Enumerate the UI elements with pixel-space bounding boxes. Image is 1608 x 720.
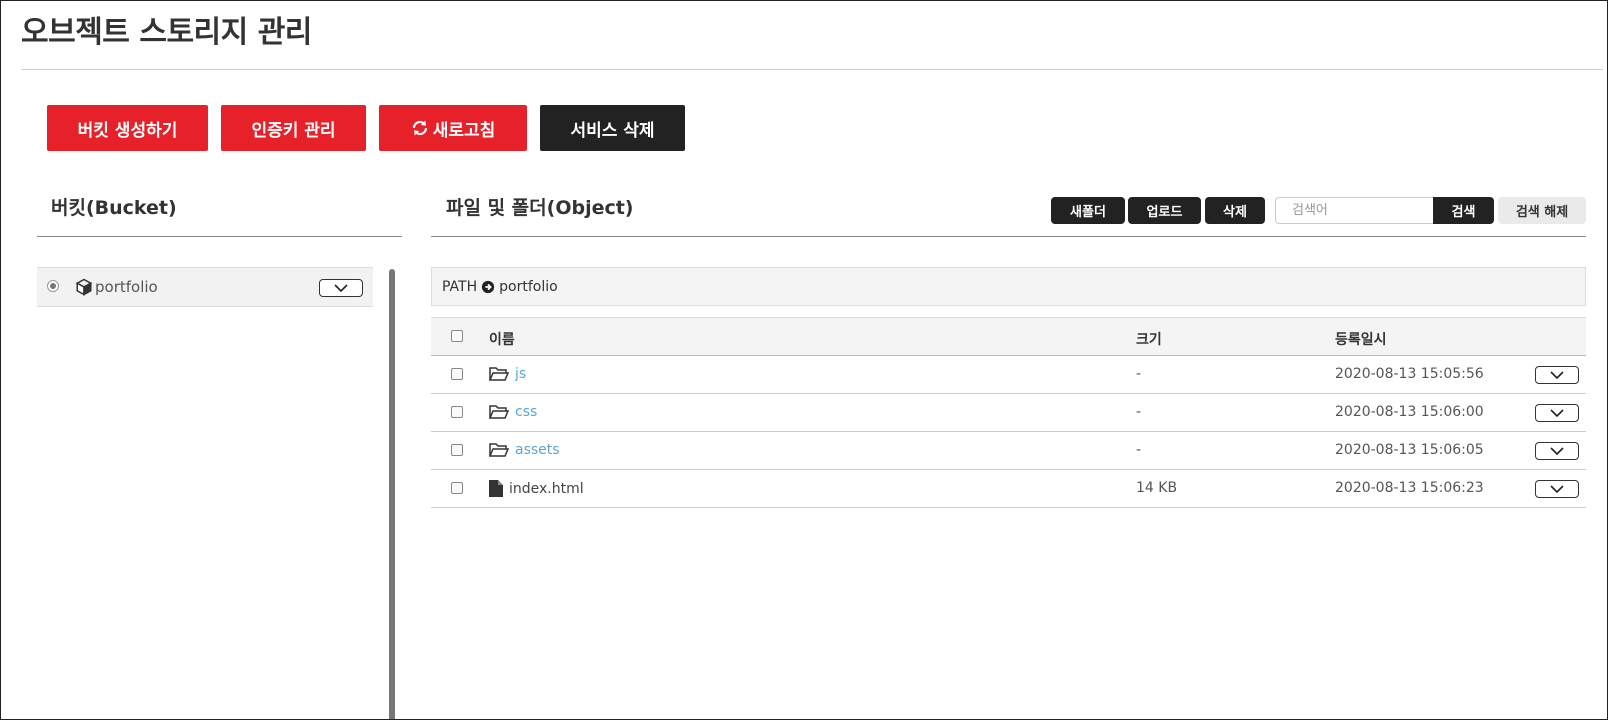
row-checkbox[interactable] [451,406,463,418]
path-value[interactable]: portfolio [499,279,558,295]
object-panel-title: 파일 및 폴더(Object) [446,197,634,219]
create-bucket-button[interactable]: 버킷 생성하기 [47,105,208,151]
bucket-panel-title: 버킷(Bucket) [51,197,177,219]
row-size: 14 KB [1136,480,1178,496]
column-header-size: 크기 [1136,332,1162,348]
table-header: 이름 크기 등록일시 [431,317,1586,356]
bucket-radio[interactable] [47,280,59,292]
refresh-label: 새로고침 [432,120,496,141]
search-button[interactable]: 검색 [1433,197,1494,224]
auth-key-label: 인증키 관리 [251,120,336,141]
refresh-button[interactable]: 새로고침 [379,105,527,151]
row-dropdown-button[interactable] [1535,404,1579,422]
app-frame: 오브젝트 스토리지 관리 버킷 생성하기 인증키 관리 새로고침 서비스 삭제 … [0,0,1608,720]
row-name-link[interactable]: js [515,366,526,382]
folder-open-icon [489,443,509,457]
row-name-text[interactable]: index.html [509,481,584,497]
row-date: 2020-08-13 15:06:05 [1335,442,1484,458]
cube-icon [75,278,93,296]
bucket-dropdown-button[interactable] [319,279,363,297]
folder-open-icon [489,367,509,381]
arrow-circle-right-icon [482,280,495,293]
table-row: assets - 2020-08-13 15:06:05 [431,432,1586,470]
search-input[interactable] [1275,197,1433,224]
chevron-down-icon [1550,409,1564,417]
row-dropdown-button[interactable] [1535,480,1579,498]
row-size: - [1136,366,1142,382]
delete-service-label: 서비스 삭제 [570,120,655,141]
row-date: 2020-08-13 15:06:23 [1335,480,1484,496]
chevron-down-icon [1550,371,1564,379]
column-header-date: 등록일시 [1335,332,1387,348]
bucket-panel-divider [37,236,402,237]
delete-service-button[interactable]: 서비스 삭제 [540,105,685,151]
folder-open-icon [489,405,509,419]
chevron-down-icon [334,284,348,292]
bucket-panel-scrollbar[interactable] [389,269,395,719]
table-row: css - 2020-08-13 15:06:00 [431,394,1586,432]
new-folder-button[interactable]: 새폴더 [1051,197,1125,224]
page-title: 오브젝트 스토리지 관리 [21,15,312,50]
row-size: - [1136,404,1142,420]
row-name-cell: assets [489,442,560,458]
row-checkbox[interactable] [451,444,463,456]
file-icon [489,480,503,497]
title-divider [21,69,1603,70]
row-name-cell: index.html [489,480,584,497]
upload-button[interactable]: 업로드 [1128,197,1201,224]
create-bucket-label: 버킷 생성하기 [77,120,178,141]
row-checkbox[interactable] [451,368,463,380]
row-name-link[interactable]: assets [515,442,560,458]
reset-search-button[interactable]: 검색 해제 [1498,197,1586,224]
auth-key-button[interactable]: 인증키 관리 [221,105,366,151]
row-size: - [1136,442,1142,458]
row-name-cell: js [489,366,526,382]
chevron-down-icon [1550,485,1564,493]
delete-button[interactable]: 삭제 [1205,197,1265,224]
refresh-icon [412,120,427,136]
table-row: js - 2020-08-13 15:05:56 [431,356,1586,394]
row-dropdown-button[interactable] [1535,442,1579,460]
row-name-link[interactable]: css [515,404,537,420]
row-date: 2020-08-13 15:05:56 [1335,366,1484,382]
table-row: index.html 14 KB 2020-08-13 15:06:23 [431,470,1586,508]
object-table: 이름 크기 등록일시 js - 2020-08-13 15:05:56 css … [431,317,1586,508]
bucket-name: portfolio [95,278,158,296]
row-name-cell: css [489,404,537,420]
column-header-name: 이름 [489,332,515,348]
path-label: PATH [442,278,478,295]
path-breadcrumb: PATH portfolio [431,267,1586,306]
row-dropdown-button[interactable] [1535,366,1579,384]
select-all-checkbox[interactable] [451,330,463,342]
row-date: 2020-08-13 15:06:00 [1335,404,1484,420]
bucket-item[interactable]: portfolio [37,267,373,307]
object-panel-divider [431,236,1586,237]
row-checkbox[interactable] [451,482,463,494]
chevron-down-icon [1550,447,1564,455]
